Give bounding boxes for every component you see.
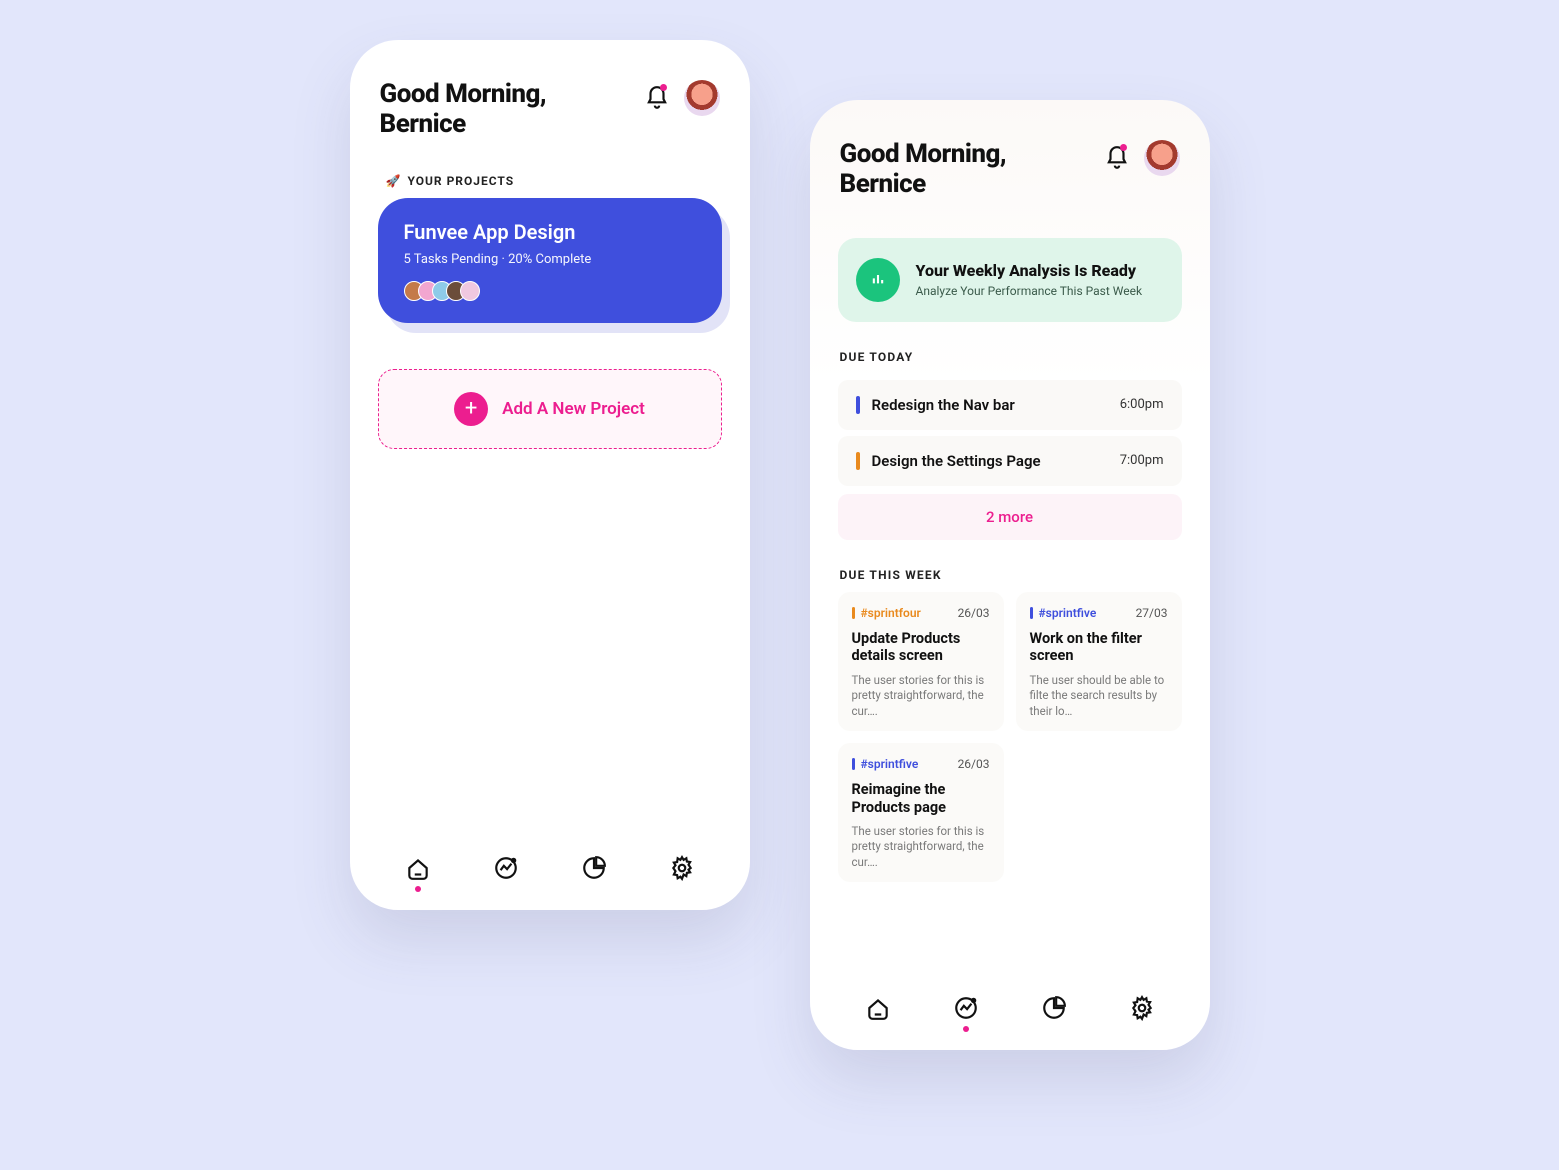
gear-icon bbox=[1129, 995, 1155, 1021]
add-project-label: Add A New Project bbox=[502, 399, 645, 419]
week-card[interactable]: #sprintfour 26/03 Update Products detail… bbox=[838, 592, 1004, 731]
projects-screen: Good Morning, Bernice 🚀 YOUR PROJECTS Fu… bbox=[350, 40, 750, 910]
greeting: Good Morning, Bernice bbox=[380, 80, 547, 140]
bottom-nav bbox=[810, 978, 1210, 1050]
week-card[interactable]: #sprintfive 26/03 Reimagine the Products… bbox=[838, 743, 1004, 882]
activity-icon bbox=[493, 855, 519, 881]
card-desc: The user stories for this is pretty stra… bbox=[852, 673, 990, 720]
greeting-line1: Good Morning, bbox=[380, 80, 547, 110]
sprint-indicator bbox=[852, 607, 855, 619]
project-members bbox=[404, 281, 696, 301]
dashboard-screen: Good Morning, Bernice Your Weekly Analys… bbox=[810, 100, 1210, 1050]
projects-section-label: 🚀 YOUR PROJECTS bbox=[350, 160, 750, 198]
due-week-label: DUE THIS WEEK bbox=[810, 540, 1210, 592]
nav-settings[interactable] bbox=[1128, 994, 1156, 1022]
home-icon bbox=[405, 855, 431, 881]
sprint-tag: #sprintfive bbox=[1039, 606, 1097, 620]
rocket-icon: 🚀 bbox=[386, 174, 402, 188]
week-card[interactable]: #sprintfive 27/03 Work on the filter scr… bbox=[1016, 592, 1182, 731]
nav-analytics[interactable] bbox=[580, 854, 608, 882]
card-date: 26/03 bbox=[958, 757, 990, 771]
header: Good Morning, Bernice bbox=[810, 100, 1210, 220]
analysis-title: Your Weekly Analysis Is Ready bbox=[916, 261, 1143, 280]
active-indicator bbox=[963, 1026, 969, 1032]
notification-dot bbox=[1120, 144, 1127, 151]
greeting-line2: Bernice bbox=[380, 110, 547, 140]
priority-indicator bbox=[856, 452, 860, 470]
card-title: Reimagine the Products page bbox=[852, 781, 990, 816]
task-row[interactable]: Design the Settings Page 7:00pm bbox=[838, 436, 1182, 486]
member-avatar bbox=[460, 281, 480, 301]
task-title: Redesign the Nav bar bbox=[872, 396, 1108, 414]
notifications-button[interactable] bbox=[1104, 145, 1130, 171]
nav-home[interactable] bbox=[864, 994, 892, 1022]
nav-home[interactable] bbox=[404, 854, 432, 882]
avatar[interactable] bbox=[684, 80, 720, 116]
project-title: Funvee App Design bbox=[404, 220, 696, 244]
due-today-label: DUE TODAY bbox=[810, 322, 1210, 374]
task-row[interactable]: Redesign the Nav bar 6:00pm bbox=[838, 380, 1182, 430]
pie-icon bbox=[1041, 995, 1067, 1021]
avatar[interactable] bbox=[1144, 140, 1180, 176]
header: Good Morning, Bernice bbox=[350, 40, 750, 160]
nav-activity[interactable] bbox=[952, 994, 980, 1022]
weekly-analysis-card[interactable]: Your Weekly Analysis Is Ready Analyze Yo… bbox=[838, 238, 1182, 322]
priority-indicator bbox=[856, 396, 860, 414]
greeting-line1: Good Morning, bbox=[840, 140, 1007, 170]
nav-settings[interactable] bbox=[668, 854, 696, 882]
card-desc: The user should be able to filte the sea… bbox=[1030, 673, 1168, 720]
sprint-indicator bbox=[1030, 607, 1033, 619]
project-card[interactable]: Funvee App Design 5 Tasks Pending · 20% … bbox=[378, 198, 722, 323]
bottom-nav bbox=[350, 838, 750, 910]
project-meta: 5 Tasks Pending · 20% Complete bbox=[404, 252, 696, 267]
task-time: 7:00pm bbox=[1120, 453, 1164, 468]
nav-analytics[interactable] bbox=[1040, 994, 1068, 1022]
notification-dot bbox=[660, 84, 667, 91]
card-date: 26/03 bbox=[958, 606, 990, 620]
nav-activity[interactable] bbox=[492, 854, 520, 882]
task-title: Design the Settings Page bbox=[872, 452, 1108, 470]
pie-icon bbox=[581, 855, 607, 881]
header-actions bbox=[1104, 140, 1180, 176]
home-icon bbox=[865, 995, 891, 1021]
task-time: 6:00pm bbox=[1120, 397, 1164, 412]
week-grid: #sprintfour 26/03 Update Products detail… bbox=[810, 592, 1210, 883]
active-indicator bbox=[415, 886, 421, 892]
gear-icon bbox=[669, 855, 695, 881]
card-title: Work on the filter screen bbox=[1030, 630, 1168, 665]
card-title: Update Products details screen bbox=[852, 630, 990, 665]
notifications-button[interactable] bbox=[644, 85, 670, 111]
sprint-tag: #sprintfour bbox=[861, 606, 921, 620]
plus-icon: + bbox=[454, 392, 488, 426]
analysis-subtitle: Analyze Your Performance This Past Week bbox=[916, 284, 1143, 298]
sprint-indicator bbox=[852, 758, 855, 770]
analysis-text: Your Weekly Analysis Is Ready Analyze Yo… bbox=[916, 261, 1143, 298]
activity-icon bbox=[953, 995, 979, 1021]
chart-icon bbox=[856, 258, 900, 302]
card-desc: The user stories for this is pretty stra… bbox=[852, 824, 990, 871]
sprint-tag: #sprintfive bbox=[861, 757, 919, 771]
show-more-button[interactable]: 2 more bbox=[838, 494, 1182, 540]
add-project-button[interactable]: + Add A New Project bbox=[378, 369, 722, 449]
greeting-line2: Bernice bbox=[840, 170, 1007, 200]
greeting: Good Morning, Bernice bbox=[840, 140, 1007, 200]
header-actions bbox=[644, 80, 720, 116]
card-date: 27/03 bbox=[1136, 606, 1168, 620]
